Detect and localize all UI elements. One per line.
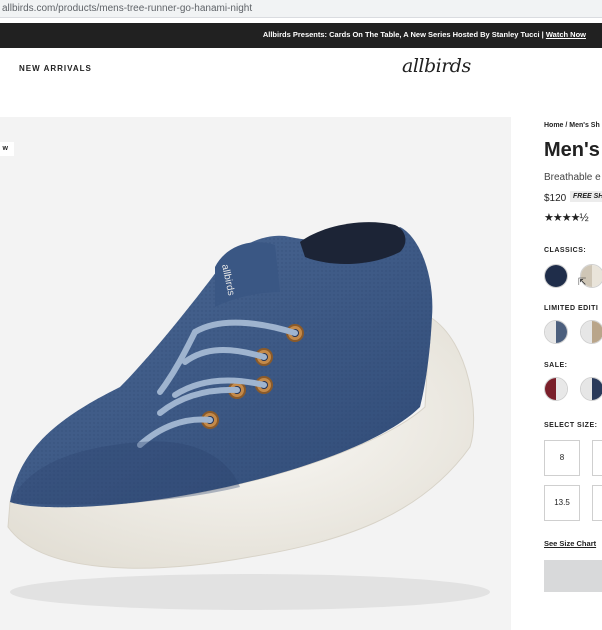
watch-now-link[interactable]: Watch Now <box>546 30 586 39</box>
allbirds-logo[interactable]: allbirds <box>402 55 471 77</box>
new-arrivals-link[interactable]: NEW ARRIVALS <box>19 64 92 73</box>
swatch-right <box>592 265 602 287</box>
swatch-sale-navy[interactable] <box>580 377 602 401</box>
url-text[interactable]: allbirds.com/products/mens-tree-runner-g… <box>2 3 252 14</box>
promo-text: Allbirds Presents: Cards On The Table, A… <box>263 30 586 39</box>
mouse-cursor-icon: ⇱ <box>578 277 587 288</box>
swatch-left <box>545 378 556 400</box>
swatch-left <box>545 321 556 343</box>
limited-edition-label: LIMITED EDITI <box>544 305 599 312</box>
product-price: $120 <box>544 193 567 204</box>
product-subtitle: Breathable e <box>544 172 601 183</box>
add-to-cart-button[interactable] <box>544 560 602 592</box>
select-size-label: SELECT SIZE: <box>544 422 598 429</box>
swatch-right <box>556 265 567 287</box>
size-chart-link[interactable]: See Size Chart <box>544 539 596 548</box>
swatch-classics-navy[interactable] <box>544 264 568 288</box>
swatch-right <box>556 378 567 400</box>
shoe-illustration: allbirds <box>7 222 490 610</box>
image-badge: w <box>0 142 14 156</box>
swatch-right <box>556 321 567 343</box>
swatch-right <box>592 378 602 400</box>
product-image[interactable]: w allbirds <box>0 117 511 630</box>
swatch-sale-red[interactable] <box>544 377 568 401</box>
sale-label: SALE: <box>544 362 568 369</box>
swatch-left <box>545 265 556 287</box>
browser-address-bar[interactable]: allbirds.com/products/mens-tree-runner-g… <box>0 0 602 18</box>
swatch-limited-blue[interactable] <box>544 320 568 344</box>
free-shipping-badge: FREE SH <box>570 191 602 202</box>
swatch-right <box>592 321 602 343</box>
swatch-left <box>581 321 592 343</box>
promo-banner: Allbirds Presents: Cards On The Table, A… <box>0 23 602 48</box>
top-navigation: NEW ARRIVALS allbirds <box>0 48 602 90</box>
size-option[interactable]: 8 <box>592 440 602 476</box>
swatch-limited-tan[interactable] <box>580 320 602 344</box>
size-option[interactable]: 13.5 <box>544 485 580 521</box>
promo-message: Allbirds Presents: Cards On The Table, A… <box>262 30 546 39</box>
shoe-shadow <box>10 574 490 610</box>
size-option[interactable]: 8 <box>544 440 580 476</box>
swatch-left <box>581 378 592 400</box>
product-info-panel: Home / Men's Sh Men's Breathable e $120 … <box>544 117 602 630</box>
breadcrumb[interactable]: Home / Men's Sh <box>544 122 600 129</box>
rating-stars[interactable]: ★★★★½ <box>544 211 589 224</box>
size-option[interactable]: 1 <box>592 485 602 521</box>
classics-label: CLASSICS: <box>544 247 587 254</box>
product-title: Men's <box>544 139 600 161</box>
